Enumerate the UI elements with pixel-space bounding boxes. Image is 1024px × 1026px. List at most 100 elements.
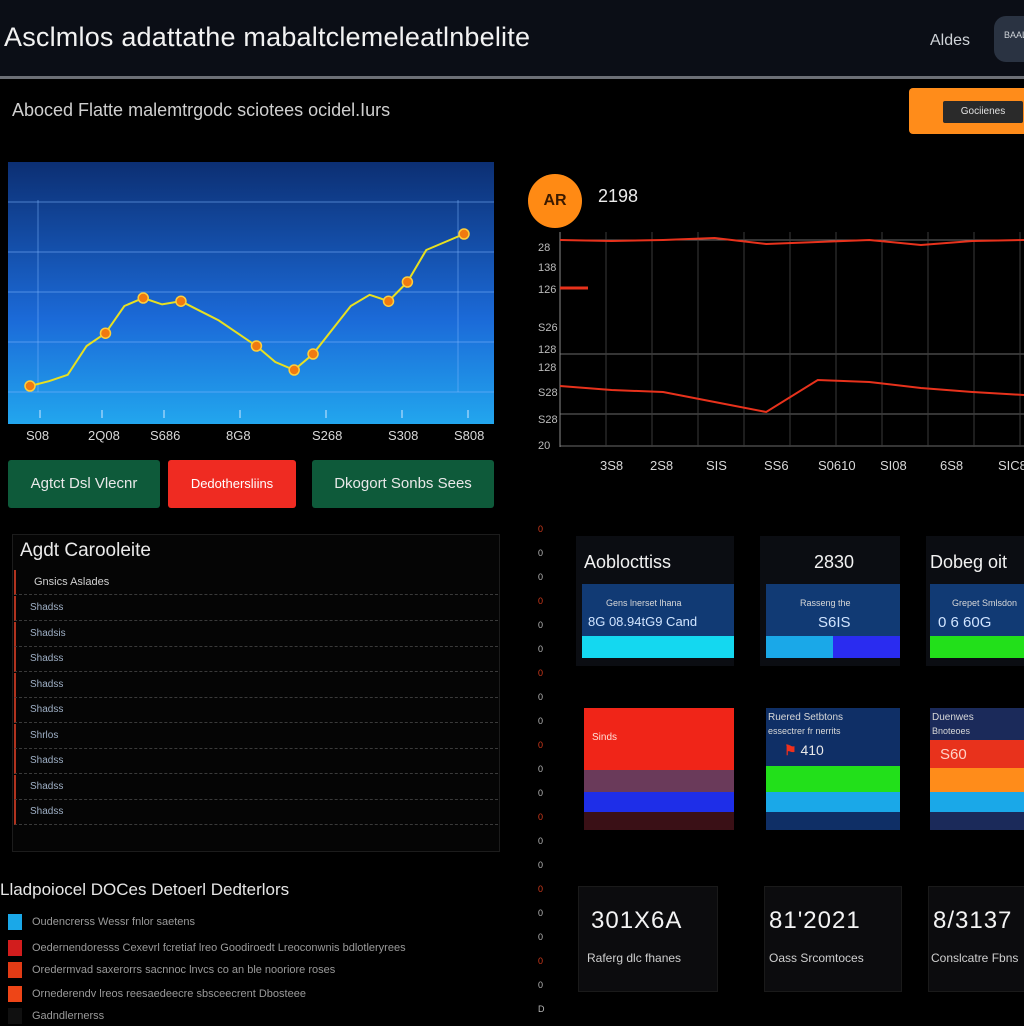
card-subtitle: Bnoteoes xyxy=(932,726,971,736)
stat-card[interactable]: 8/3137 Conslcatre Fbns xyxy=(928,886,1024,992)
list-row[interactable]: Shadss xyxy=(14,596,498,621)
x-tick-label: S308 xyxy=(388,428,419,443)
list-row[interactable]: Shadss xyxy=(14,800,498,825)
x-tick-label: SIC8 xyxy=(998,458,1024,473)
progress-fill xyxy=(582,636,734,658)
alert-icon: ⚑ xyxy=(784,742,797,758)
card-value: ⚑ 410 xyxy=(784,742,824,759)
card-value: S6IS xyxy=(818,614,851,631)
card-value-text: 410 xyxy=(800,742,824,758)
primary-action-button[interactable]: Gociienes xyxy=(909,88,1024,134)
card-progress-bar xyxy=(766,636,900,658)
stat-card[interactable]: 301X6A Raferg dlc fhanes xyxy=(578,886,718,992)
list-row[interactable]: Shadss xyxy=(14,647,498,672)
card-progress-bar xyxy=(930,636,1024,658)
legend-item[interactable]: Gadndlernerss xyxy=(8,1008,428,1026)
y-tick-label: 128 xyxy=(538,362,557,374)
right-chart-value: 2198 xyxy=(598,186,639,206)
data-point xyxy=(137,292,149,304)
stat-card[interactable]: 81'2021 Oass Srcomtoces xyxy=(764,886,902,992)
side-tick: 0 xyxy=(538,812,544,822)
x-tick-label: SS6 xyxy=(764,458,789,473)
legend-swatch xyxy=(8,940,22,956)
data-point xyxy=(250,340,263,352)
card-subtitle: Grepet Smlsdon xyxy=(952,598,1018,608)
card-title: 2830 xyxy=(814,552,855,572)
legend-swatch xyxy=(8,986,22,1002)
list-row-label: Shadss xyxy=(30,806,64,817)
x-tick-label: 8G8 xyxy=(226,428,251,443)
metric-card[interactable]: Aoblocttiss Gens lnerset lhana 8G 08.94t… xyxy=(576,536,734,666)
report-button[interactable]: Dkogort Sonbs Sees xyxy=(312,460,494,508)
side-tick: 0 xyxy=(538,716,544,726)
legend-title: Lladpoiocel DOCes Detoerl Dedterlors xyxy=(0,880,290,899)
legend-label: Gadndlernerss xyxy=(32,1010,105,1022)
card-title: Dobeg oit xyxy=(930,552,1008,572)
x-tick-label: SIS xyxy=(706,458,727,473)
data-point xyxy=(175,295,187,307)
user-name[interactable]: Aldes xyxy=(930,32,970,50)
legend-item[interactable]: Oredermvad saxerorrs sacnnoc lnvcs co an… xyxy=(8,962,428,980)
blue-block xyxy=(584,792,734,812)
list-row[interactable]: Shadss xyxy=(14,774,498,800)
list-row-label: Shrlos xyxy=(30,729,59,741)
legend-item[interactable]: Oedernendoresss Cexevrl fcretiaf lreo Go… xyxy=(8,940,428,958)
legend-label: Ornederendv lreos reesaedeecre sbsceecre… xyxy=(32,988,306,1000)
list-row[interactable]: Shadss xyxy=(14,698,498,723)
card-body: Gens lnerset lhana 8G 08.94tG9 Cand xyxy=(582,584,734,636)
side-tick: 0 xyxy=(538,572,544,582)
card-body: Rasseng the S6IS xyxy=(766,584,900,636)
side-tick: 0 xyxy=(538,668,544,678)
list-row-label: Shadss xyxy=(30,704,64,715)
avatar-text: BAAL xyxy=(1004,30,1024,40)
side-tick: 0 xyxy=(538,740,544,750)
metric-card[interactable]: Duenwes Bnoteoes S60 xyxy=(930,708,1024,830)
list-header: Gnsics Aslades xyxy=(14,570,498,595)
metric-card[interactable]: Ruered Setbtons essectrer fr nerrits ⚑ 4… xyxy=(766,708,900,830)
x-tick-label: S08 xyxy=(26,428,50,443)
side-tick: 0 xyxy=(538,836,544,846)
purple-block xyxy=(584,770,734,792)
side-tick: 0 xyxy=(538,764,544,774)
y-tick-label: 138 xyxy=(538,262,557,274)
dark-block xyxy=(584,812,734,830)
list-row[interactable]: Shadss xyxy=(14,749,498,774)
data-point xyxy=(458,228,470,240)
legend-item[interactable]: Ornederendv lreos reesaedeecre sbsceecre… xyxy=(8,986,428,1004)
x-tick-label: 6S8 xyxy=(940,458,964,473)
data-point xyxy=(307,348,319,360)
list-title: Agdt Carooleite xyxy=(20,540,151,561)
side-tick: 0 xyxy=(538,548,544,558)
list-row-label: Shadsis xyxy=(30,627,66,639)
color-block-card[interactable]: Sinds xyxy=(584,708,734,830)
side-tick: D xyxy=(538,1004,545,1014)
avatar[interactable]: BAAL xyxy=(994,16,1024,62)
side-tick: 0 xyxy=(538,596,544,606)
x-tick-label: 3S8 xyxy=(600,458,624,473)
progress-fill xyxy=(930,636,1024,658)
agent-view-button[interactable]: Agtct Dsl Vlecnr xyxy=(8,460,160,508)
card-body: Grepet Smlsdon 0 6 60G xyxy=(930,584,1024,636)
legend-item[interactable]: Oudencrerss Wessr fnlor saetens xyxy=(8,914,428,932)
chart-background xyxy=(8,162,494,424)
legend-label: Oredermvad saxerorrs sacnnoc lnvcs co an… xyxy=(32,964,336,976)
chart-series-line xyxy=(559,236,1024,247)
list-row[interactable]: Shadsis xyxy=(14,621,498,647)
card-title: Duenwes xyxy=(932,712,974,723)
alerts-button[interactable]: Dedothersliins xyxy=(168,460,296,508)
list-row[interactable]: Shrlos xyxy=(14,723,498,749)
metric-card[interactable]: 2830 Rasseng the S6IS xyxy=(760,536,900,666)
x-tick-label: SI08 xyxy=(880,458,907,473)
ar-badge[interactable]: AR xyxy=(528,174,582,228)
list-row-label: Shadss xyxy=(30,755,64,766)
progress-remainder xyxy=(833,636,900,658)
list-row[interactable]: Shadss xyxy=(14,672,498,698)
legend-swatch xyxy=(8,1008,22,1024)
side-tick: 0 xyxy=(538,620,544,630)
data-point xyxy=(382,295,395,307)
card-subtitle: essectrer fr nerrits xyxy=(768,726,841,736)
card-title: Ruered Setbtons xyxy=(768,712,844,723)
list-row-label: Shadss xyxy=(30,678,64,690)
metric-card[interactable]: Dobeg oit Grepet Smlsdon 0 6 60G xyxy=(926,536,1024,666)
x-tick-label: S268 xyxy=(312,428,343,443)
